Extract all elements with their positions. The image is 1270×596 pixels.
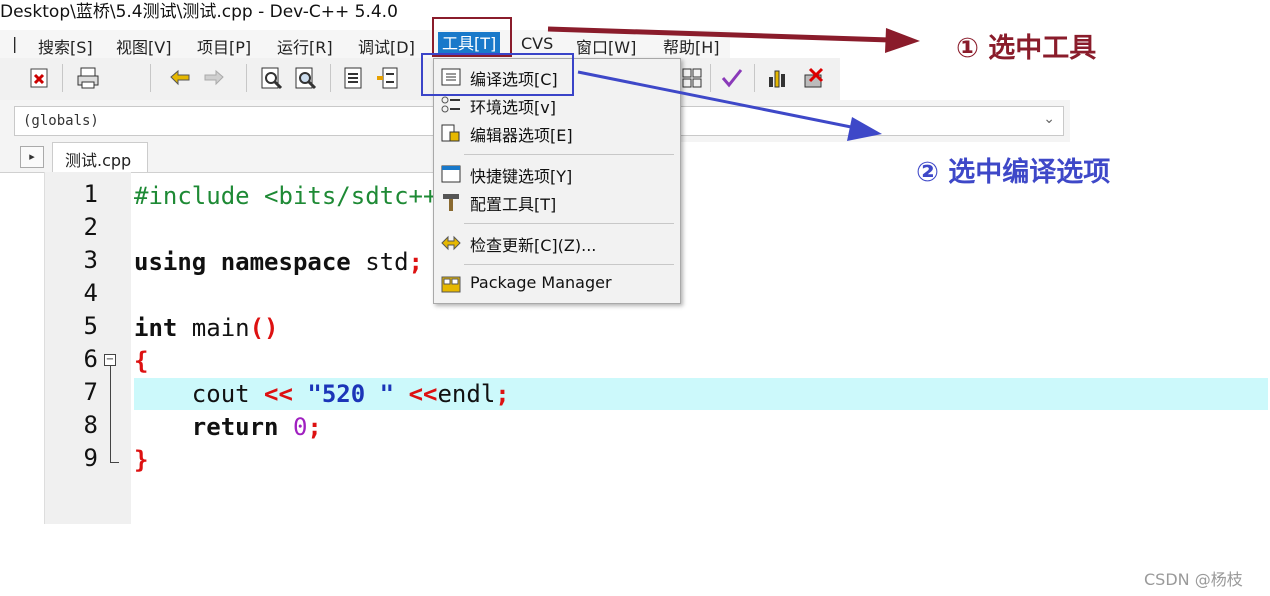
code-line-1: #include <bits/sdtc++.h>: [134, 182, 481, 210]
code-line-8: return 0;: [191, 413, 322, 441]
fold-toggle-icon[interactable]: −: [104, 354, 116, 366]
annotation-box-compiler-options: [421, 53, 574, 96]
replace-icon[interactable]: [292, 64, 320, 92]
delete-icon[interactable]: [800, 64, 828, 92]
menu-project[interactable]: 项目[P]: [197, 34, 251, 58]
fold-guide-end: [110, 462, 119, 463]
menu-cvs[interactable]: CVS: [521, 34, 553, 53]
print-icon[interactable]: [74, 64, 102, 92]
line-number: 2: [83, 213, 98, 241]
code-line-3: using namespace std;: [134, 248, 423, 276]
menu-item-configure-tools[interactable]: 配置工具[T]: [434, 188, 680, 216]
menu-view[interactable]: 视图[V]: [116, 34, 171, 58]
menu-file-fragment: |: [12, 34, 18, 53]
chevron-down-icon[interactable]: ⌄: [1043, 111, 1055, 127]
menu-item-package-manager[interactable]: Package Manager: [434, 270, 680, 298]
line-number: 3: [83, 246, 98, 274]
menu-item-editor-options[interactable]: 编辑器选项[E]: [434, 119, 680, 147]
close-file-icon[interactable]: [26, 64, 54, 92]
code-line-5: int main(): [134, 314, 279, 342]
undo-icon[interactable]: [166, 64, 194, 92]
line-number: 6: [83, 345, 98, 373]
annotation-step2: ② 选中编译选项: [916, 157, 1111, 188]
annotation-step1: ① 选中工具: [956, 33, 1097, 64]
line-number: 5: [83, 312, 98, 340]
check-icon[interactable]: [718, 64, 746, 92]
menu-item-shortcut-options[interactable]: 快捷键选项[Y]: [434, 160, 680, 188]
menu-debug[interactable]: 调试[D]: [358, 34, 415, 58]
line-number: 9: [83, 444, 98, 472]
scope-combo-value: (globals): [23, 113, 99, 129]
redo-icon[interactable]: [200, 64, 228, 92]
menu-run[interactable]: 运行[R]: [277, 34, 333, 58]
menu-item-label: 编辑器选项[E]: [470, 126, 573, 145]
grid-icon[interactable]: [678, 64, 706, 92]
annotation-arrowhead-step1: [885, 28, 920, 53]
watermark: CSDN @杨枝: [1144, 570, 1243, 589]
shortcut-options-icon: [440, 164, 462, 184]
menu-item-label: 配置工具[T]: [470, 195, 557, 214]
code-line-7: cout << "520 " <<endl;: [134, 380, 510, 408]
line-number: 1: [83, 180, 98, 208]
tab-test-cpp[interactable]: 测试.cpp: [52, 142, 148, 172]
menu-item-label: 快捷键选项[Y]: [470, 167, 573, 186]
environment-options-icon: [440, 95, 462, 115]
chart-icon[interactable]: [764, 64, 792, 92]
main-toolbar: [0, 58, 840, 101]
line-number: 7: [83, 378, 98, 406]
menu-help[interactable]: 帮助[H]: [663, 34, 720, 58]
package-icon: [440, 274, 462, 294]
menu-bar: | 搜索[S] 视图[V] 项目[P] 运行[R] 调试[D] 工具[T] CV…: [0, 30, 730, 58]
find-icon[interactable]: [258, 64, 286, 92]
menu-item-label: 环境选项[v]: [470, 98, 556, 117]
annotation-box-tools-menu: [432, 17, 512, 57]
indent-icon[interactable]: [340, 64, 368, 92]
line-number: 8: [83, 411, 98, 439]
line-number: 4: [83, 279, 98, 307]
hammer-icon: [440, 192, 462, 212]
window-title: Desktop\蓝桥\5.4测试\测试.cpp - Dev-C++ 5.4.0: [0, 2, 398, 22]
update-icon: [440, 233, 462, 253]
tab-scroll-right-icon[interactable]: ▸: [20, 146, 44, 168]
fold-guide: [110, 366, 111, 462]
code-line-6: {: [134, 347, 149, 375]
menu-item-label: Package Manager: [470, 273, 612, 292]
menu-item-label: 检查更新[C](Z)...: [470, 236, 597, 255]
code-line-9: }: [134, 446, 149, 474]
menu-item-check-updates[interactable]: 检查更新[C](Z)...: [434, 229, 680, 257]
editor-options-icon: [440, 123, 462, 143]
unindent-icon[interactable]: [374, 64, 402, 92]
menu-window[interactable]: 窗口[W]: [576, 34, 636, 58]
menu-search[interactable]: 搜索[S]: [38, 34, 93, 58]
